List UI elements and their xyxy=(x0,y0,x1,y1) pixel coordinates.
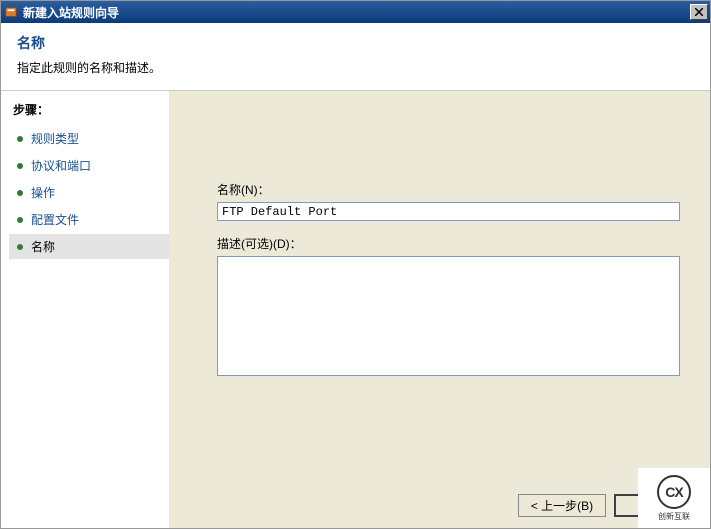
back-button[interactable]: < 上一步(B) xyxy=(518,494,606,517)
step-label: 配置文件 xyxy=(31,211,79,228)
wizard-content: 名称(N)： 描述(可选)(D)： < 上一步(B) 完成(F) xyxy=(169,91,710,528)
step-label: 操作 xyxy=(31,184,55,201)
steps-sidebar: 步骤： 规则类型 协议和端口 操作 配置文件 名称 xyxy=(1,91,169,528)
step-rule-type[interactable]: 规则类型 xyxy=(9,126,169,151)
titlebar: 新建入站规则向导 xyxy=(1,1,710,23)
window-title: 新建入站规则向导 xyxy=(23,4,690,21)
bullet-icon xyxy=(15,134,25,144)
name-label: 名称(N)： xyxy=(217,181,680,198)
app-icon xyxy=(3,4,19,20)
step-name[interactable]: 名称 xyxy=(9,234,169,259)
step-label: 规则类型 xyxy=(31,130,79,147)
finish-button[interactable]: 完成(F) xyxy=(614,494,702,517)
description-label: 描述(可选)(D)： xyxy=(217,235,680,252)
step-label: 名称 xyxy=(31,238,55,255)
wizard-header: 名称 指定此规则的名称和描述。 xyxy=(1,23,710,91)
bullet-icon xyxy=(15,188,25,198)
wizard-window: 新建入站规则向导 名称 指定此规则的名称和描述。 步骤： 规则类型 协议和端口 … xyxy=(0,0,711,529)
close-icon xyxy=(695,8,703,16)
bullet-icon xyxy=(15,215,25,225)
steps-heading: 步骤： xyxy=(9,99,169,126)
form-area: 名称(N)： 描述(可选)(D)： xyxy=(217,181,680,379)
close-button[interactable] xyxy=(690,4,708,20)
step-profile[interactable]: 配置文件 xyxy=(9,207,169,232)
page-subtitle: 指定此规则的名称和描述。 xyxy=(17,59,694,76)
name-input[interactable] xyxy=(217,202,680,221)
wizard-body: 步骤： 规则类型 协议和端口 操作 配置文件 名称 xyxy=(1,91,710,528)
step-label: 协议和端口 xyxy=(31,157,91,174)
button-bar: < 上一步(B) 完成(F) xyxy=(169,482,710,528)
bullet-icon xyxy=(15,242,25,252)
step-action[interactable]: 操作 xyxy=(9,180,169,205)
description-input[interactable] xyxy=(217,256,680,376)
page-title: 名称 xyxy=(17,33,694,53)
bullet-icon xyxy=(15,161,25,171)
step-protocol-port[interactable]: 协议和端口 xyxy=(9,153,169,178)
